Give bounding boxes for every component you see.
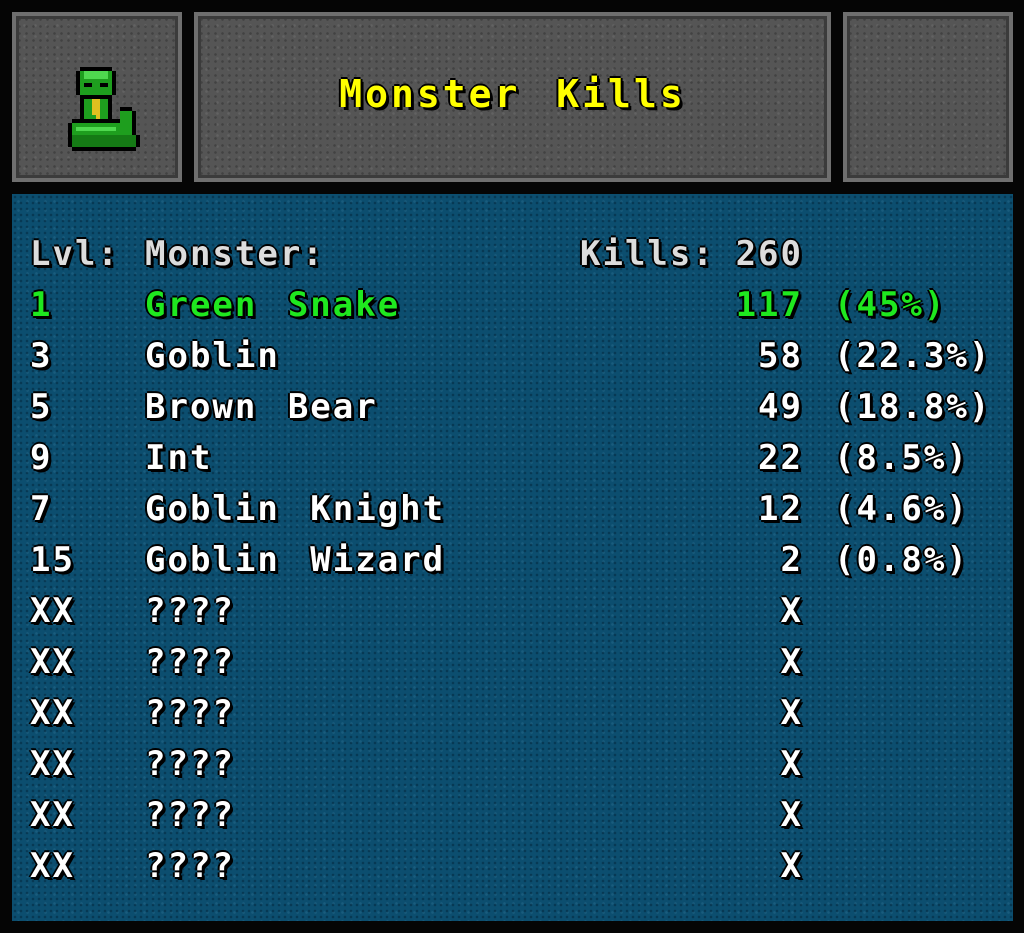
row-monster: ???? <box>145 795 235 835</box>
green-snake-icon <box>68 67 140 151</box>
row-kills: 22 <box>758 438 803 478</box>
row-monster: ???? <box>145 693 235 733</box>
screen-title: Monster Kills <box>339 72 686 116</box>
empty-frame <box>843 12 1013 182</box>
row-lvl: 1 <box>30 285 53 325</box>
row-percent: (0.8%) <box>834 540 969 580</box>
row-percent: (45%) <box>834 285 947 325</box>
row-kills: X <box>780 795 803 835</box>
row-percent: (4.6%) <box>834 489 969 529</box>
row-monster: ???? <box>145 744 235 784</box>
row-monster: ???? <box>145 642 235 682</box>
table-row: 7 Goblin Knight 12 (4.6%) <box>12 486 1013 532</box>
row-monster: Goblin <box>145 336 280 376</box>
table-row: 15 Goblin Wizard 2 (0.8%) <box>12 537 1013 583</box>
row-kills: X <box>780 693 803 733</box>
table-row: XX ???? X <box>12 588 1013 634</box>
row-percent: (8.5%) <box>834 438 969 478</box>
row-kills: X <box>780 744 803 784</box>
row-lvl: XX <box>30 591 75 631</box>
monster-kills-screen: Monster Kills Lvl: Monster: Kills: 260 1… <box>0 0 1024 933</box>
row-lvl: XX <box>30 744 75 784</box>
row-lvl: 7 <box>30 489 53 529</box>
row-lvl: 15 <box>30 540 75 580</box>
table-row: XX ???? X <box>12 690 1013 736</box>
table-header: Lvl: Monster: Kills: 260 <box>12 231 1013 277</box>
title-frame: Monster Kills <box>194 12 831 182</box>
row-monster: ???? <box>145 846 235 886</box>
row-monster: ???? <box>145 591 235 631</box>
table-row: 1 Green Snake 117 (45%) <box>12 282 1013 328</box>
monster-icon-frame <box>12 12 182 182</box>
row-kills: 12 <box>758 489 803 529</box>
row-kills: 49 <box>758 387 803 427</box>
row-kills: 117 <box>735 285 803 325</box>
row-percent: (18.8%) <box>834 387 992 427</box>
kills-table: Lvl: Monster: Kills: 260 1 Green Snake 1… <box>12 194 1013 921</box>
table-row: XX ???? X <box>12 843 1013 889</box>
row-lvl: XX <box>30 846 75 886</box>
row-kills: X <box>780 591 803 631</box>
row-monster: Goblin Knight <box>145 489 446 529</box>
row-kills: 58 <box>758 336 803 376</box>
row-monster: Goblin Wizard <box>145 540 446 580</box>
table-row: 9 Int 22 (8.5%) <box>12 435 1013 481</box>
table-row: XX ???? X <box>12 639 1013 685</box>
row-monster: Brown Bear <box>145 387 378 427</box>
row-lvl: 9 <box>30 438 53 478</box>
row-kills: 2 <box>780 540 803 580</box>
row-lvl: 3 <box>30 336 53 376</box>
row-monster: Green Snake <box>145 285 401 325</box>
header-kills-total: 260 <box>735 234 803 274</box>
header-kills-label: Kills: <box>580 234 715 274</box>
header-lvl: Lvl: <box>30 234 120 274</box>
table-row: XX ???? X <box>12 792 1013 838</box>
row-percent: (22.3%) <box>834 336 992 376</box>
row-kills: X <box>780 642 803 682</box>
row-lvl: XX <box>30 693 75 733</box>
table-row: 3 Goblin 58 (22.3%) <box>12 333 1013 379</box>
header-monster: Monster: <box>145 234 325 274</box>
row-lvl: XX <box>30 642 75 682</box>
table-row: 5 Brown Bear 49 (18.8%) <box>12 384 1013 430</box>
table-row: XX ???? X <box>12 741 1013 787</box>
row-lvl: 5 <box>30 387 53 427</box>
row-monster: Int <box>145 438 213 478</box>
row-lvl: XX <box>30 795 75 835</box>
row-kills: X <box>780 846 803 886</box>
